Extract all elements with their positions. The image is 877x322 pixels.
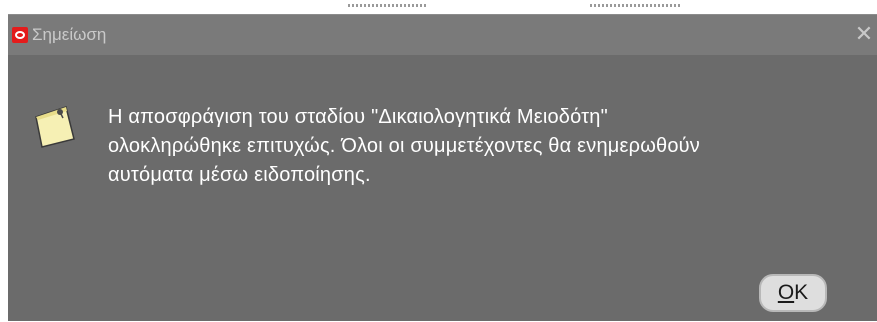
- dialog-title: Σημείωση: [32, 25, 107, 44]
- dialog-message: Η αποσφράγιση του σταδίου "Δικαιολογητικ…: [108, 103, 868, 190]
- close-icon[interactable]: ✕: [853, 23, 875, 45]
- ok-button-label-rest: K: [794, 281, 809, 304]
- background-text-fragment: [348, 4, 428, 7]
- note-icon: [35, 106, 75, 148]
- background-window-strip: [0, 0, 877, 14]
- ok-button[interactable]: OK: [759, 274, 827, 312]
- message-line: ολοκληρώθηκε επιτυχώς. Όλοι οι συμμετέχο…: [108, 135, 701, 157]
- message-line: αυτόματα μέσω ειδοποίησης.: [108, 164, 371, 186]
- message-line: Η αποσφράγιση του σταδίου "Δικαιολογητικ…: [108, 106, 608, 128]
- dialog-body: Η αποσφράγιση του σταδίου "Δικαιολογητικ…: [8, 55, 877, 321]
- ok-button-mnemonic: O: [777, 281, 795, 304]
- dialog-title-bar[interactable]: Σημείωση ✕: [8, 15, 877, 55]
- note-dialog: Σημείωση ✕ Η αποσφράγιση του σταδίου "Δι…: [8, 14, 877, 321]
- background-text-fragment: [590, 4, 680, 7]
- oracle-logo-icon: [12, 27, 28, 43]
